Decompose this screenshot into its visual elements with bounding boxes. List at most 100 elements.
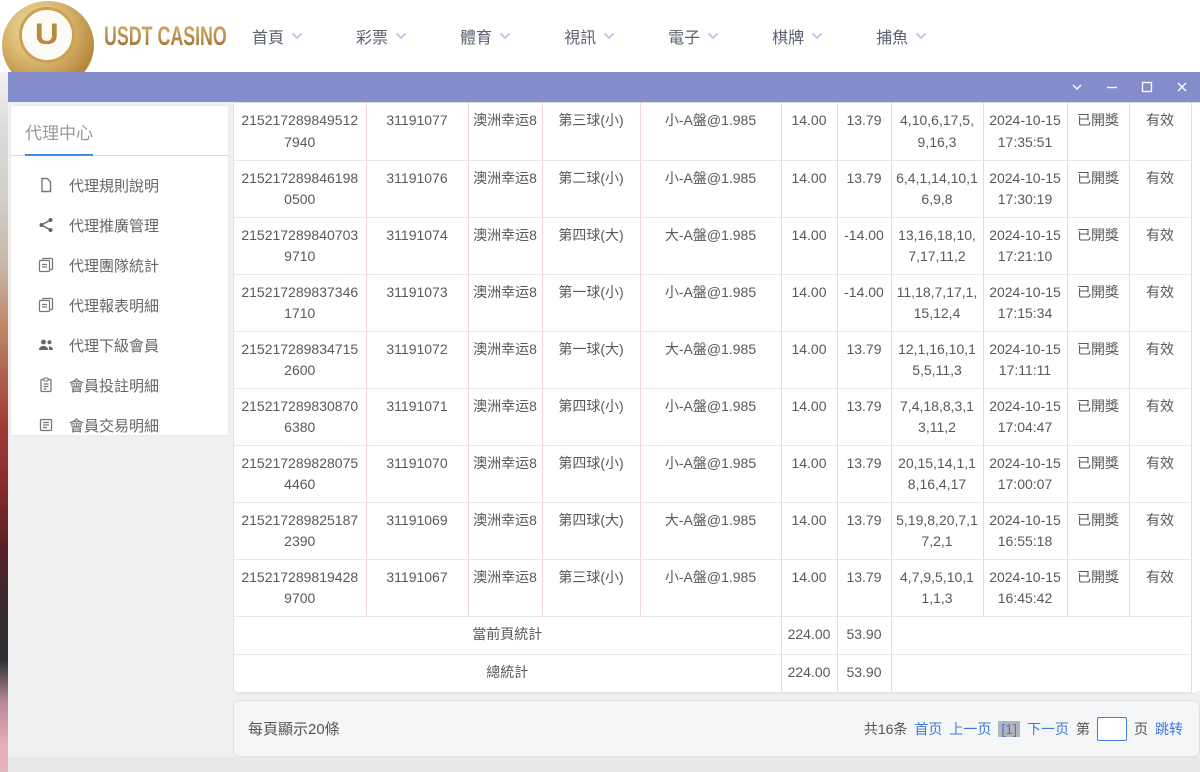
cell-amount: 14.00: [781, 559, 837, 616]
cell-time: 2024-10-15 17:15:34: [983, 274, 1067, 331]
prev-page-link[interactable]: 上一页: [949, 719, 991, 739]
cell-play: 第一球(大): [542, 331, 640, 388]
cell-profit: 13.79: [837, 559, 891, 616]
cell-valid: 有效: [1129, 388, 1191, 445]
modal-body: 代理中心 代理規則說明 代理推廣管理 代理團隊統計: [8, 102, 1200, 757]
site-logo[interactable]: U USDT CASINO: [0, 0, 290, 72]
summary-empty: [891, 616, 1191, 654]
table-row[interactable]: 2152172898280754460 31191070 澳洲幸运8 第四球(小…: [234, 445, 1191, 502]
sidebar-item-agent-downline-members[interactable]: 代理下級會員: [11, 325, 228, 365]
sidebar-title: 代理中心: [25, 119, 93, 156]
coin-letter: U: [35, 18, 59, 52]
summary-profit: 53.90: [837, 654, 891, 692]
table-row[interactable]: 2152172898194289700 31191067 澳洲幸运8 第三球(小…: [234, 559, 1191, 616]
table-row[interactable]: 2152172898495127940 31191077 澳洲幸运8 第三球(小…: [234, 103, 1191, 160]
cell-draw-numbers: 5,19,8,20,7,17,2,1: [891, 502, 983, 559]
cell-bet-id: 2152172898280754460: [234, 445, 366, 502]
cell-valid: 有效: [1129, 559, 1191, 616]
cell-bet-id: 2152172898495127940: [234, 103, 366, 160]
window-maximize-button[interactable]: [1139, 79, 1155, 95]
nav-item-sports[interactable]: 體育: [460, 24, 511, 48]
cell-bet-id: 2152172898194289700: [234, 559, 366, 616]
cell-status: 已開獎: [1067, 103, 1129, 160]
cell-profit: -14.00: [837, 217, 891, 274]
cell-play: 第三球(小): [542, 103, 640, 160]
table-row[interactable]: 2152172898308706380 31191071 澳洲幸运8 第四球(小…: [234, 388, 1191, 445]
bet-detail-icon: [38, 377, 54, 393]
table-body: 2152172898495127940 31191077 澳洲幸运8 第三球(小…: [234, 103, 1191, 616]
sidebar-item-member-transaction-detail[interactable]: 會員交易明細: [11, 405, 228, 445]
cell-odds: 小-A盤@1.985: [640, 103, 781, 160]
cell-bet-id: 2152172898251872390: [234, 502, 366, 559]
table-row[interactable]: 2152172898407039710 31191074 澳洲幸运8 第四球(大…: [234, 217, 1191, 274]
window-close-button[interactable]: [1174, 79, 1190, 95]
team-stats-icon: [38, 257, 54, 273]
page-number-input[interactable]: [1097, 717, 1127, 741]
report-icon: [38, 297, 54, 313]
cell-time: 2024-10-15 17:30:19: [983, 160, 1067, 217]
cell-game: 澳洲幸运8: [468, 559, 542, 616]
cell-time: 2024-10-15 17:21:10: [983, 217, 1067, 274]
chevron-down-icon: [811, 32, 823, 40]
summary-profit: 53.90: [837, 616, 891, 654]
cell-bet-id: 2152172898461980500: [234, 160, 366, 217]
sidebar-title-wrap: 代理中心: [11, 106, 228, 156]
screen: U USDT CASINO 首頁 彩票 體育 視訊 電子: [0, 0, 1200, 772]
logo-text: USDT CASINO: [104, 21, 227, 52]
cell-odds: 小-A盤@1.985: [640, 160, 781, 217]
cell-draw-numbers: 12,1,16,10,15,5,11,3: [891, 331, 983, 388]
table-row[interactable]: 2152172898347152600 31191072 澳洲幸运8 第一球(大…: [234, 331, 1191, 388]
cell-time: 2024-10-15 17:11:11: [983, 331, 1067, 388]
nav-item-electronic[interactable]: 電子: [668, 24, 719, 48]
table-row[interactable]: 2152172898373461710 31191073 澳洲幸运8 第一球(小…: [234, 274, 1191, 331]
cell-amount: 14.00: [781, 274, 837, 331]
cell-odds: 小-A盤@1.985: [640, 388, 781, 445]
total-count-text: 共16条: [864, 719, 908, 739]
jump-button[interactable]: 跳转: [1155, 719, 1183, 739]
next-page-link[interactable]: 下一页: [1027, 719, 1069, 739]
sidebar: 代理中心 代理規則說明 代理推廣管理 代理團隊統計: [10, 105, 229, 436]
sidebar-item-agent-report-detail[interactable]: 代理報表明細: [11, 285, 228, 325]
cell-time: 2024-10-15 17:35:51: [983, 103, 1067, 160]
window-minimize-button[interactable]: [1104, 79, 1120, 95]
sidebar-item-agent-promotion[interactable]: 代理推廣管理: [11, 205, 228, 245]
table-row[interactable]: 2152172898461980500 31191076 澳洲幸运8 第二球(小…: [234, 160, 1191, 217]
cell-valid: 有效: [1129, 274, 1191, 331]
summary-empty: [891, 654, 1191, 692]
cell-period: 31191071: [366, 388, 468, 445]
cell-period: 31191077: [366, 103, 468, 160]
nav-item-boardgames[interactable]: 棋牌: [772, 24, 823, 48]
chevron-down-icon: [499, 32, 511, 40]
members-icon: [38, 337, 54, 353]
cell-play: 第四球(小): [542, 388, 640, 445]
table-row[interactable]: 2152172898251872390 31191069 澳洲幸运8 第四球(大…: [234, 502, 1191, 559]
cell-status: 已開獎: [1067, 388, 1129, 445]
cell-game: 澳洲幸运8: [468, 160, 542, 217]
cell-status: 已開獎: [1067, 445, 1129, 502]
table-summary: 當前頁統計 224.00 53.90 總統計 224.00 53.90: [234, 616, 1191, 692]
cell-period: 31191073: [366, 274, 468, 331]
cell-valid: 有效: [1129, 445, 1191, 502]
share-icon: [38, 217, 54, 233]
sidebar-item-agent-team-stats[interactable]: 代理團隊統計: [11, 245, 228, 285]
cell-game: 澳洲幸运8: [468, 274, 542, 331]
cell-amount: 14.00: [781, 388, 837, 445]
nav-item-lottery[interactable]: 彩票: [356, 24, 407, 48]
sidebar-item-agent-rules[interactable]: 代理規則說明: [11, 165, 228, 205]
sidebar-item-member-bet-detail[interactable]: 會員投註明細: [11, 365, 228, 405]
nav-item-fishing[interactable]: 捕魚: [876, 24, 927, 48]
cell-profit: -14.00: [837, 274, 891, 331]
cell-time: 2024-10-15 17:04:47: [983, 388, 1067, 445]
chevron-down-icon: [291, 32, 303, 40]
cell-odds: 大-A盤@1.985: [640, 502, 781, 559]
cell-valid: 有效: [1129, 217, 1191, 274]
records-table: 2152172898495127940 31191077 澳洲幸运8 第三球(小…: [234, 103, 1192, 693]
window-collapse-button[interactable]: [1069, 79, 1085, 95]
first-page-link[interactable]: 首页: [914, 719, 942, 739]
bet-records-table: 2152172898495127940 31191077 澳洲幸运8 第三球(小…: [233, 102, 1200, 694]
cell-amount: 14.00: [781, 502, 837, 559]
cell-odds: 小-A盤@1.985: [640, 559, 781, 616]
nav-item-video[interactable]: 視訊: [564, 24, 615, 48]
summary-label: 當前頁統計: [234, 616, 781, 654]
cell-period: 31191067: [366, 559, 468, 616]
